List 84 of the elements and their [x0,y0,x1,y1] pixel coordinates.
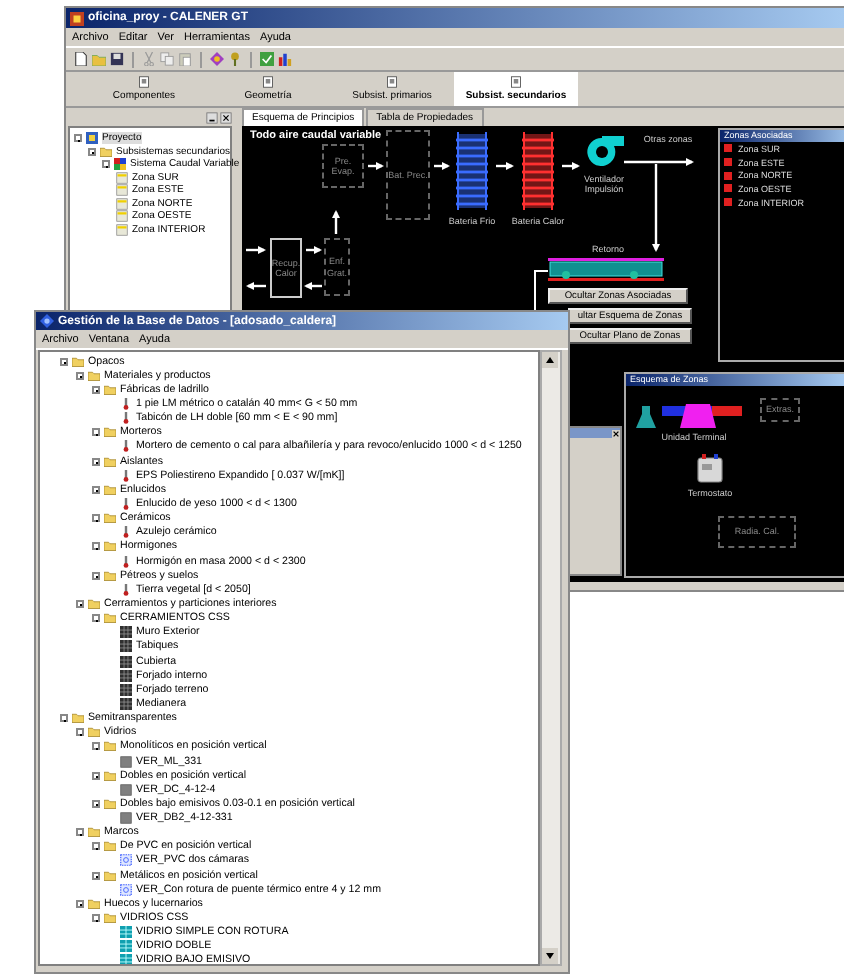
checkbox[interactable] [724,171,732,180]
coil-icon[interactable] [454,132,490,210]
scroll-down-icon[interactable] [542,948,558,964]
folder-icon [104,455,116,468]
project-icon [86,132,98,145]
thermostat-icon[interactable] [696,454,724,484]
expand-toggle[interactable] [92,542,100,551]
folder-icon [104,483,116,496]
window-frame-icon [120,854,132,867]
expand-toggle[interactable] [92,614,100,623]
coil-icon[interactable] [520,132,556,210]
expand-toggle[interactable] [92,871,100,880]
expand-toggle[interactable] [92,428,100,437]
flow-arrow [558,162,582,170]
expand-toggle[interactable] [92,385,100,394]
scroll-up-icon[interactable] [542,352,558,368]
check-icon[interactable] [260,52,274,66]
glass-icon [120,812,132,825]
folder-icon [104,797,116,810]
folder-icon [104,540,116,553]
window-frame-icon [120,883,132,896]
flow-arrow [244,282,270,290]
folder-icon [104,869,116,882]
thermometer-icon [120,583,132,596]
app-icon [70,11,84,25]
thermometer-icon [120,497,132,510]
flow-arrow [430,162,452,170]
shapes-icon[interactable] [210,52,224,66]
expand-toggle[interactable] [76,371,84,380]
pin-icon[interactable] [228,52,242,66]
folder-icon [104,512,116,525]
system-icon [114,158,126,171]
document-icon [138,76,150,88]
checkbox[interactable] [724,198,732,207]
expand-toggle[interactable] [92,842,100,851]
expand-toggle[interactable] [76,828,84,837]
expand-toggle[interactable] [60,357,68,366]
scrollbar[interactable] [540,350,562,966]
app-icon [40,314,54,328]
thermometer-icon [120,440,132,453]
expand-toggle[interactable] [60,714,68,723]
expand-toggle[interactable] [76,899,84,908]
expand-toggle[interactable] [74,134,82,143]
flow-arrow [242,246,268,254]
fan-icon[interactable] [584,136,624,168]
close-icon[interactable] [612,429,620,437]
flow-arrow [302,246,324,254]
expand-toggle[interactable] [102,160,110,169]
expand-toggle[interactable] [92,914,100,923]
checkbox[interactable] [724,144,732,153]
flow-arrow [332,208,340,238]
expand-toggle[interactable] [88,147,96,156]
folder-icon [104,569,116,582]
glass-icon [120,755,132,767]
glass-icon [120,783,132,796]
expand-toggle[interactable] [76,599,84,608]
thermometer-icon [120,526,132,539]
checkbox[interactable] [724,184,732,193]
expand-toggle[interactable] [92,771,100,780]
expand-toggle[interactable] [92,742,100,751]
bar-chart-icon[interactable] [278,52,292,66]
folder-icon [104,769,116,782]
flow-arrow [302,282,326,290]
document-icon [262,76,274,88]
expand-toggle[interactable] [92,457,100,466]
new-file-icon[interactable] [74,52,88,66]
minimize-icon[interactable] [206,112,218,124]
expand-toggle[interactable] [92,571,100,580]
return-duct-icon[interactable] [548,258,664,282]
expand-toggle[interactable] [92,514,100,523]
close-icon[interactable] [220,112,232,124]
expand-toggle[interactable] [92,485,100,494]
folder-icon [104,426,116,439]
document-icon [386,76,398,88]
checkbox[interactable] [724,158,732,167]
folder-icon [100,145,112,158]
expand-toggle[interactable] [92,799,100,808]
thermometer-icon [120,469,132,482]
thermometer-icon [120,555,132,568]
flow-arrow [492,162,516,170]
save-icon[interactable] [110,52,124,66]
document-icon [510,76,522,88]
expand-toggle[interactable] [76,728,84,737]
flow-arrow [364,162,386,170]
